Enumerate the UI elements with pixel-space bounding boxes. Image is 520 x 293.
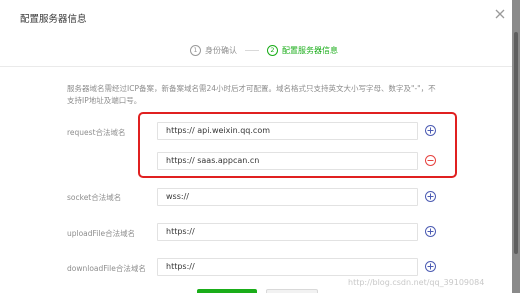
plus-circle-icon[interactable] bbox=[425, 261, 436, 272]
socket-domain-input[interactable]: wss:// bbox=[157, 188, 418, 206]
socket-domain-label: socket合法域名 bbox=[67, 193, 122, 202]
step-label: 身份确认 bbox=[205, 46, 237, 55]
cancel-button[interactable] bbox=[266, 289, 318, 293]
step-indicator: 1 身份确认 2 配置服务器信息 bbox=[190, 45, 338, 56]
save-submit-button[interactable] bbox=[197, 289, 257, 293]
scrollbar-thumb[interactable] bbox=[514, 32, 518, 254]
step-identity: 1 身份确认 bbox=[190, 45, 237, 56]
downloadfile-domain-input[interactable]: https:// bbox=[157, 258, 418, 276]
request-domain-label: request合法域名 bbox=[67, 128, 126, 137]
plus-circle-icon[interactable] bbox=[425, 191, 436, 202]
watermark-text: http://blog.csdn.net/qq_39109084 bbox=[348, 278, 485, 287]
step-connector bbox=[245, 50, 259, 51]
step-number: 2 bbox=[267, 45, 278, 56]
domain-notice: 服务器域名需经过ICP备案，新备案域名需24小时后才可配置。域名格式只支持英文大… bbox=[67, 84, 436, 105]
annotation-highlight-box bbox=[138, 112, 457, 178]
step-configure-server: 2 配置服务器信息 bbox=[267, 45, 338, 56]
step-label: 配置服务器信息 bbox=[282, 46, 338, 55]
downloadfile-domain-label: downloadFile合法域名 bbox=[67, 264, 146, 273]
step-number: 1 bbox=[190, 45, 201, 56]
uploadfile-domain-input[interactable]: https:// bbox=[157, 223, 418, 241]
dialog-title: 配置服务器信息 bbox=[20, 14, 87, 25]
close-icon[interactable] bbox=[492, 6, 508, 22]
plus-circle-icon[interactable] bbox=[425, 226, 436, 237]
config-server-dialog: 配置服务器信息 1 身份确认 2 配置服务器信息 服务器域名需经过ICP备案，新… bbox=[0, 0, 512, 293]
uploadfile-domain-label: uploadFile合法域名 bbox=[67, 229, 136, 238]
header-divider bbox=[0, 66, 512, 67]
